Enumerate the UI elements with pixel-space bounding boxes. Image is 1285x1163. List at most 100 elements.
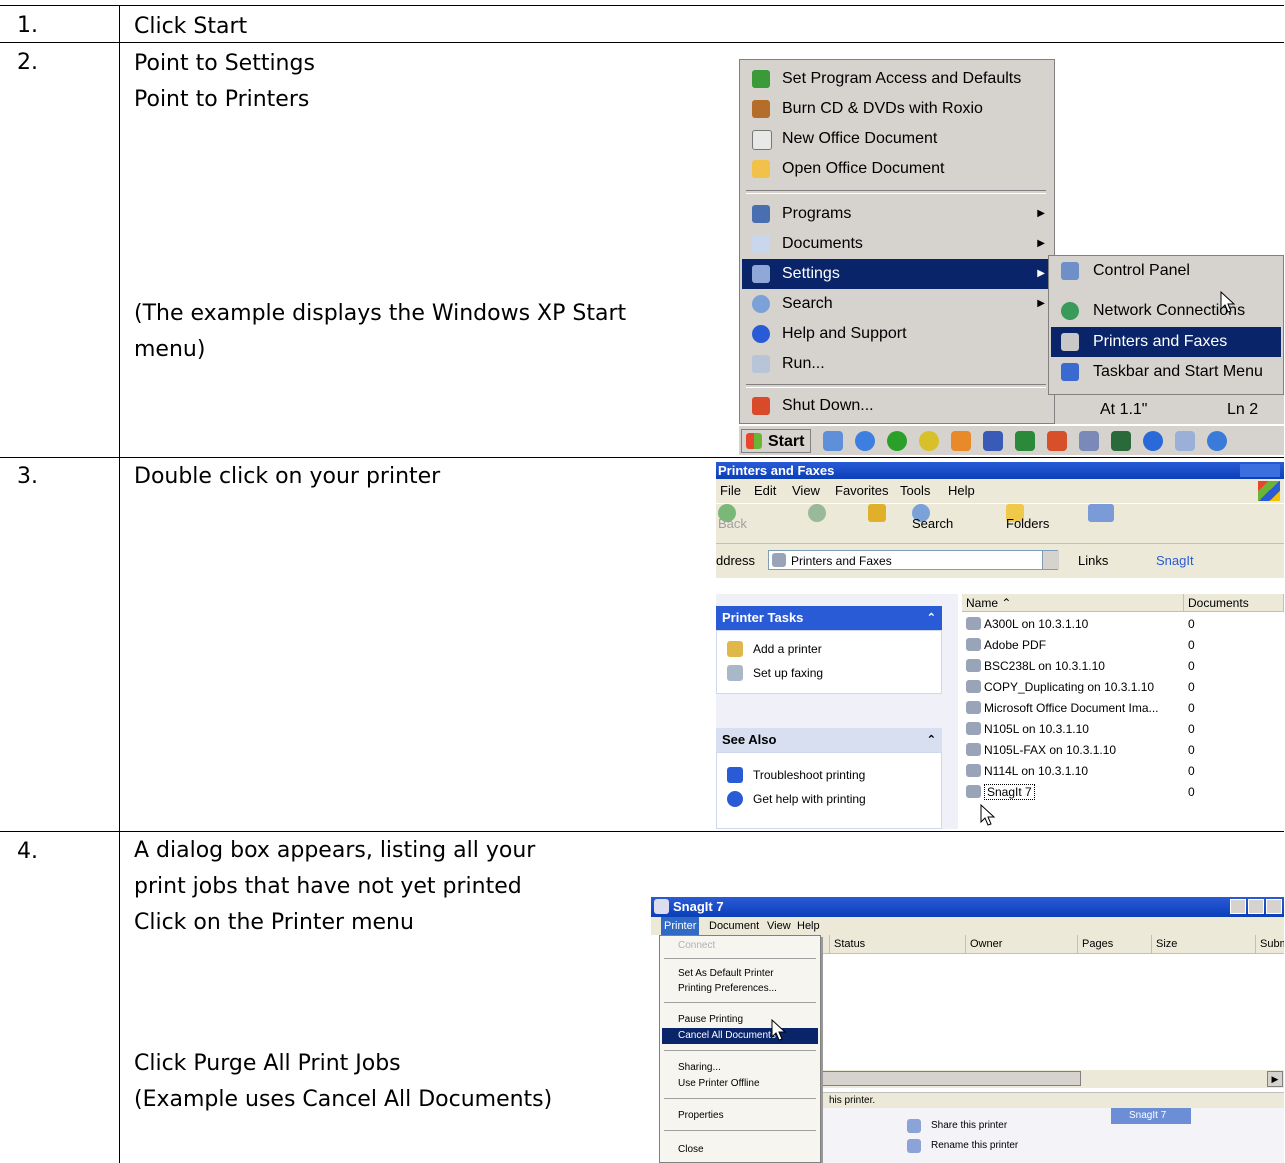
step-line: Point to Printers <box>134 87 310 112</box>
menu-item-settings[interactable]: Settings ▶ <box>742 259 1051 289</box>
menu-favorites[interactable]: Favorites <box>835 479 888 503</box>
menu-item-use-offline[interactable]: Use Printer Offline <box>662 1076 818 1092</box>
printer-row[interactable]: N105L-FAX on 10.3.1.10 0 <box>962 740 1284 761</box>
menu-document[interactable]: Document <box>709 917 759 935</box>
step-line: (The example displays the Windows XP Sta… <box>134 301 627 326</box>
printer-doc-count: 0 <box>1188 659 1195 673</box>
quicklaunch-icon[interactable] <box>855 431 875 451</box>
printer-row[interactable]: COPY_Duplicating on 10.3.1.10 0 <box>962 677 1284 698</box>
word-icon[interactable] <box>983 431 1003 451</box>
menu-item-sharing[interactable]: Sharing... <box>662 1060 818 1076</box>
row-divider-3 <box>0 831 1284 832</box>
start-label: Start <box>768 433 805 450</box>
submenu-item-taskbar-start[interactable]: Taskbar and Start Menu <box>1051 357 1281 387</box>
printer-tasks-header[interactable]: Printer Tasks ⌃ <box>716 606 942 630</box>
close-button[interactable] <box>1266 899 1282 914</box>
menu-item-cancel-all-documents[interactable]: Cancel All Documents <box>662 1028 818 1044</box>
setup-faxing-link[interactable]: Set up faxing <box>727 663 823 683</box>
menu-file[interactable]: File <box>720 479 741 503</box>
address-label: ddress <box>716 553 756 568</box>
menu-view[interactable]: View <box>792 479 820 503</box>
menu-item-close[interactable]: Close <box>662 1142 818 1158</box>
troubleshoot-printing-link[interactable]: Troubleshoot printing <box>727 765 865 785</box>
submenu-item-printers-faxes[interactable]: Printers and Faxes <box>1051 327 1281 357</box>
maximize-button[interactable] <box>1248 899 1264 914</box>
column-header-owner[interactable]: Owner <box>965 935 1040 953</box>
printer-row[interactable]: SnagIt 7 0 <box>962 782 1284 803</box>
column-header-documents[interactable]: Documents <box>1184 594 1284 612</box>
rename-printer-link[interactable]: Rename this printer <box>907 1138 1018 1154</box>
printer-row[interactable]: Microsoft Office Document Ima... 0 <box>962 698 1284 719</box>
quicklaunch-icon[interactable] <box>887 431 907 451</box>
menu-item-help[interactable]: Help and Support <box>742 319 1051 349</box>
quicklaunch-icon[interactable] <box>1143 431 1163 451</box>
menu-item-printing-preferences[interactable]: Printing Preferences... <box>662 981 818 997</box>
menu-edit[interactable]: Edit <box>754 479 776 503</box>
quicklaunch-icon[interactable] <box>951 431 971 451</box>
address-input[interactable]: Printers and Faxes <box>768 550 1058 570</box>
quicklaunch-icon[interactable] <box>1175 431 1195 451</box>
start-button[interactable]: Start <box>741 429 811 453</box>
minimize-button[interactable] <box>1230 899 1246 914</box>
printer-row[interactable]: N105L on 10.3.1.10 0 <box>962 719 1284 740</box>
printer-row[interactable]: BSC238L on 10.3.1.10 0 <box>962 656 1284 677</box>
menu-printer[interactable]: Printer <box>661 917 700 935</box>
menu-help[interactable]: Help <box>948 479 975 503</box>
horizontal-scrollbar[interactable]: ▶ <box>821 1070 1284 1088</box>
menu-item-program-access[interactable]: Set Program Access and Defaults <box>742 64 1051 94</box>
printer-row[interactable]: Adobe PDF 0 <box>962 635 1284 656</box>
printer-row[interactable]: N114L on 10.3.1.10 0 <box>962 761 1284 782</box>
menu-item-programs[interactable]: Programs ▶ <box>742 199 1051 229</box>
menu-item-new-office-document[interactable]: New Office Document <box>742 124 1051 154</box>
see-also-header[interactable]: See Also ⌃ <box>716 728 942 752</box>
printer-icon <box>966 722 981 735</box>
scroll-right-arrow-icon[interactable]: ▶ <box>1267 1071 1283 1087</box>
links-button[interactable]: Links <box>1078 544 1108 578</box>
address-dropdown-button[interactable] <box>1042 551 1059 569</box>
panel-title: Printer Tasks <box>722 610 804 625</box>
step-1-text: Click Start <box>134 9 247 45</box>
menu-item-set-default[interactable]: Set As Default Printer <box>662 966 818 982</box>
share-printer-link[interactable]: Share this printer <box>907 1118 1007 1134</box>
quicklaunch-icon[interactable] <box>1207 431 1227 451</box>
help-printing-link[interactable]: Get help with printing <box>727 789 866 809</box>
menu-view[interactable]: View <box>767 917 791 935</box>
scroll-thumb[interactable] <box>821 1071 1081 1086</box>
address-value: Printers and Faxes <box>791 554 892 568</box>
publisher-icon[interactable] <box>1079 431 1099 451</box>
menu-item-documents[interactable]: Documents ▶ <box>742 229 1051 259</box>
menu-item-label: Control Panel <box>1093 262 1190 279</box>
column-label: Name <box>966 596 999 610</box>
submenu-item-network-connections[interactable]: Network Connections <box>1051 296 1281 326</box>
window-controls[interactable] <box>1240 464 1280 477</box>
menu-item-shut-down[interactable]: Shut Down... <box>742 391 1051 421</box>
menu-item-search[interactable]: Search ▶ <box>742 289 1051 319</box>
excel-icon[interactable] <box>1015 431 1035 451</box>
menu-help[interactable]: Help <box>797 917 820 935</box>
mouse-cursor-icon <box>1220 291 1236 313</box>
column-header-submitted[interactable]: Subm <box>1255 935 1284 953</box>
powerpoint-icon[interactable] <box>1047 431 1067 451</box>
column-header-status[interactable]: Status <box>829 935 896 953</box>
column-header-size[interactable]: Size <box>1151 935 1196 953</box>
quicklaunch-icon[interactable] <box>919 431 939 451</box>
printer-row[interactable]: A300L on 10.3.1.10 0 <box>962 614 1284 635</box>
menu-item-properties[interactable]: Properties <box>662 1108 818 1124</box>
submenu-item-control-panel[interactable]: Control Panel <box>1051 256 1281 286</box>
column-header-name[interactable]: Name ⌃ <box>962 594 1184 612</box>
quicklaunch-icon[interactable] <box>1111 431 1131 451</box>
menu-item-connect[interactable]: Connect <box>662 938 818 954</box>
menu-item-pause-printing[interactable]: Pause Printing <box>662 1012 818 1028</box>
step-line: A dialog box appears, listing all your <box>134 838 536 863</box>
menu-item-roxio[interactable]: Burn CD & DVDs with Roxio <box>742 94 1051 124</box>
menu-item-label: New Office Document <box>782 130 938 147</box>
quicklaunch-icon[interactable] <box>823 431 843 451</box>
add-printer-link[interactable]: Add a printer <box>727 639 822 659</box>
window-title: SnagIt 7 <box>673 899 724 914</box>
menu-item-open-office-document[interactable]: Open Office Document <box>742 154 1051 184</box>
menu-item-run[interactable]: Run... <box>742 349 1051 379</box>
programs-icon <box>752 205 770 223</box>
taskbar: Start <box>739 424 1284 455</box>
menu-tools[interactable]: Tools <box>900 479 930 503</box>
column-header-pages[interactable]: Pages <box>1077 935 1126 953</box>
